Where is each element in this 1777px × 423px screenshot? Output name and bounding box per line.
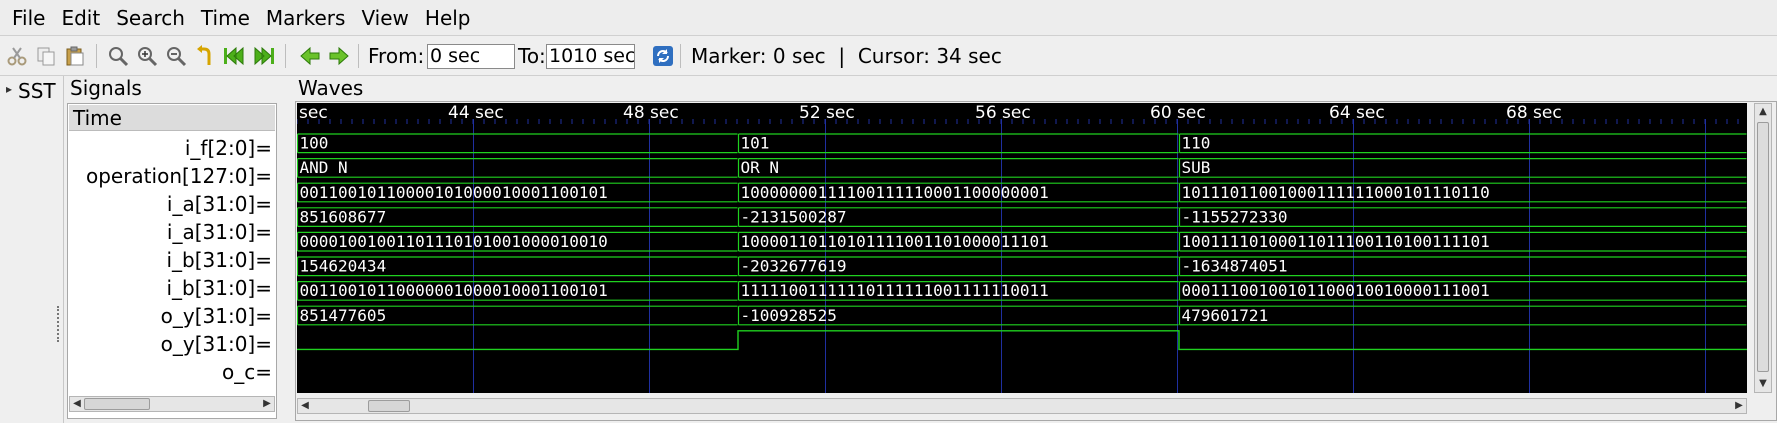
sst-panel: ▸ SST [0, 76, 64, 423]
bus-segment [737, 133, 1179, 154]
from-input[interactable]: 0 sec [427, 44, 515, 69]
bus-value: 851477605 [300, 306, 387, 325]
signal-row[interactable]: i_f[2:0]= [185, 134, 272, 162]
menu-time[interactable]: Time [193, 0, 258, 36]
menu-file[interactable]: File [4, 0, 53, 36]
marker-cursor-status: Marker: 0 sec | Cursor: 34 sec [691, 44, 1002, 68]
menu-search[interactable]: Search [108, 0, 193, 36]
to-input[interactable]: 1010 sec [546, 44, 635, 69]
wave-canvas[interactable]: sec 44 sec 48 sec 52 sec 56 sec 60 sec 6… [297, 103, 1747, 393]
bus-value: 00011100100101100010010000111001 [1182, 281, 1490, 300]
signal-row[interactable]: i_a[31:0]= [167, 190, 272, 218]
time-header: Time [73, 106, 122, 130]
waves-panel: Waves sec 44 sec 48 sec 52 sec 56 sec 60… [290, 76, 1777, 423]
scroll-left-icon[interactable]: ◀ [70, 397, 84, 411]
bus-value: 00001001001101110101001000010010 [300, 232, 608, 251]
scroll-down-icon[interactable]: ▼ [1756, 377, 1770, 391]
waves-hscrollbar[interactable]: ◀ ▶ [297, 398, 1747, 414]
zoom-in-icon[interactable] [135, 44, 159, 68]
expand-triangle-icon[interactable]: ▸ [6, 82, 12, 96]
bus-value: AND N [300, 158, 348, 177]
copy-icon[interactable] [34, 44, 58, 68]
menu-bar: File Edit Search Time Markers View Help [0, 0, 1777, 36]
zoom-fit-icon[interactable] [106, 44, 130, 68]
signals-title: Signals [68, 76, 144, 100]
bus-value: 154620434 [300, 257, 387, 276]
signal-row[interactable]: o_c= [222, 358, 272, 386]
waves-title: Waves [296, 76, 366, 100]
sst-label[interactable]: SST [18, 76, 56, 106]
waves-vscrollbar[interactable]: ▲ ▼ [1754, 103, 1772, 393]
bus-segment [297, 158, 738, 178]
scroll-up-icon[interactable]: ▲ [1756, 105, 1770, 119]
bus-value: -2032677619 [741, 257, 847, 276]
signal-row[interactable]: i_b[31:0]= [166, 246, 272, 274]
bus-value: SUB [1182, 158, 1211, 177]
scroll-right-icon[interactable]: ▶ [260, 397, 274, 411]
from-label: From: [368, 44, 425, 68]
zoom-to-start-icon[interactable] [222, 44, 246, 68]
signal-row[interactable]: o_y[31:0]= [161, 302, 272, 330]
pane-grip-handle[interactable] [57, 306, 61, 342]
bus-value: -1155272330 [1182, 207, 1288, 226]
scroll-right-icon[interactable]: ▶ [1732, 399, 1746, 413]
cut-icon[interactable] [5, 44, 29, 68]
bus-value: -2131500287 [741, 207, 847, 226]
zoom-to-end-icon[interactable] [252, 44, 276, 68]
to-label: To: [518, 44, 546, 68]
scroll-left-icon[interactable]: ◀ [298, 399, 312, 413]
paste-icon[interactable] [63, 44, 87, 68]
menu-markers[interactable]: Markers [258, 0, 354, 36]
bus-value: 10000000111100111110001100000001 [741, 183, 1049, 202]
waves-vscroll-thumb[interactable] [1757, 122, 1769, 372]
reload-icon[interactable] [651, 44, 675, 68]
bus-value: 100 [300, 134, 329, 153]
bus-value: 101 [741, 134, 770, 153]
signal-row[interactable]: operation[127:0]= [86, 162, 272, 190]
menu-edit[interactable]: Edit [53, 0, 108, 36]
bus-segment [1178, 158, 1747, 178]
bus-segment [737, 158, 1179, 178]
waves-frame: sec 44 sec 48 sec 52 sec 56 sec 60 sec 6… [295, 101, 1777, 421]
bus-value: 11111001111110111111001111110011 [741, 281, 1049, 300]
waveform-traces: 100 101 110 AND N OR N SUB 0011001011000010100… [297, 119, 1747, 393]
signals-list: Time i_f[2:0]= operation[127:0]= i_a[31:… [67, 103, 277, 419]
undo-zoom-icon[interactable] [193, 44, 217, 68]
bus-segment [297, 133, 738, 154]
signals-hscrollbar[interactable]: ◀ ▶ [69, 396, 275, 412]
bus-value: 110 [1182, 134, 1211, 153]
find-prev-edge-icon[interactable] [298, 44, 322, 68]
bus-value: 851608677 [300, 207, 387, 226]
menu-help[interactable]: Help [417, 0, 479, 36]
bus-value: OR N [741, 158, 780, 177]
bus-segment [1178, 133, 1747, 154]
bus-value: 10011110100011011100110100111101 [1182, 232, 1490, 251]
signal-row[interactable]: i_a[31:0]= [167, 218, 272, 246]
bus-value: 10111011001000111111000101110110 [1182, 183, 1490, 202]
signal-row[interactable]: i_b[31:0]= [166, 274, 272, 302]
bus-value: 00110010110000101000010001100101 [300, 183, 608, 202]
find-next-edge-icon[interactable] [327, 44, 351, 68]
waves-scroll-thumb[interactable] [368, 400, 410, 412]
bus-value: 479601721 [1182, 306, 1269, 325]
signals-header: Time [69, 105, 275, 131]
bus-value: 10000110110101111001101000011101 [741, 232, 1049, 251]
bus-value: -100928525 [741, 306, 837, 325]
menu-view[interactable]: View [353, 0, 416, 36]
signals-scroll-thumb[interactable] [84, 398, 150, 410]
signal-row[interactable]: o_y[31:0]= [161, 330, 272, 358]
signals-panel: Signals Time i_f[2:0]= operation[127:0]=… [64, 76, 281, 423]
bus-value: -1634874051 [1182, 257, 1288, 276]
bus-value: 00110010110000001000010001100101 [300, 281, 608, 300]
zoom-out-icon[interactable] [164, 44, 188, 68]
toolbar: From: 0 sec To: 1010 sec Marker: 0 sec |… [0, 36, 1777, 76]
